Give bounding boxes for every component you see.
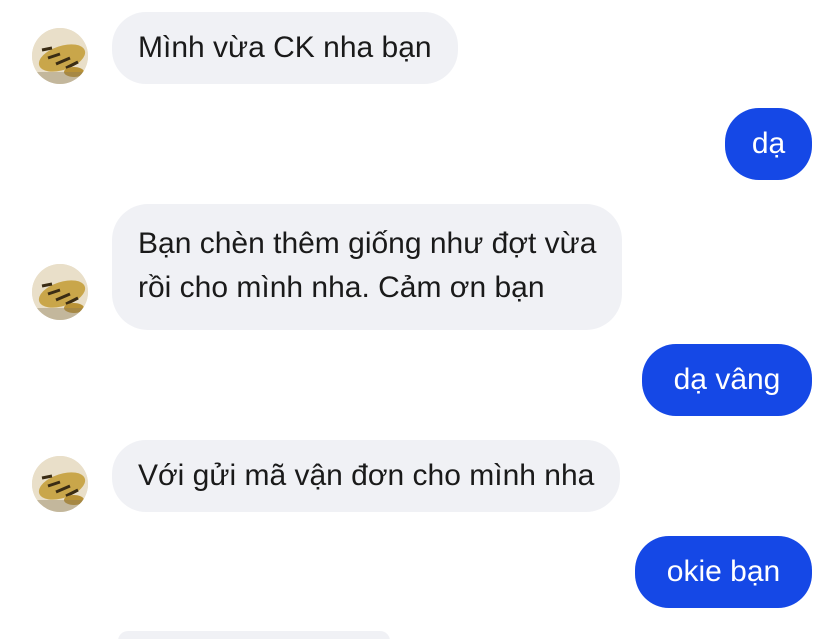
- message-text: Mình vừa CK nha bạn: [138, 31, 432, 64]
- incoming-message-partial[interactable]: [118, 631, 390, 639]
- contact-avatar[interactable]: [32, 28, 88, 84]
- outgoing-message[interactable]: okie bạn: [635, 536, 812, 608]
- fish-photo-avatar-icon: [32, 264, 88, 320]
- contact-avatar[interactable]: [32, 264, 88, 320]
- fish-photo-avatar-icon: [32, 28, 88, 84]
- fish-photo-avatar-icon: [32, 456, 88, 512]
- outgoing-message[interactable]: dạ: [725, 108, 812, 180]
- message-text: dạ: [751, 127, 786, 160]
- outgoing-message[interactable]: dạ vâng: [642, 344, 812, 416]
- message-text-line: Bạn chèn thêm giống như đợt vừa: [138, 227, 597, 260]
- message-text-line: rồi cho mình nha. Cảm ơn bạn: [138, 271, 545, 304]
- incoming-message[interactable]: Với gửi mã vận đơn cho mình nha: [112, 440, 621, 512]
- incoming-message[interactable]: Bạn chèn thêm giống như đợt vừa rồi cho …: [112, 204, 623, 330]
- incoming-message[interactable]: Mình vừa CK nha bạn: [112, 12, 458, 84]
- message-text: Với gửi mã vận đơn cho mình nha: [138, 459, 595, 492]
- message-text: dạ vâng: [673, 363, 781, 396]
- chat-thread[interactable]: Mình vừa CK nha bạn dạ Bạn chèn thêm giố…: [0, 0, 828, 639]
- message-text: okie bạn: [666, 555, 781, 588]
- contact-avatar[interactable]: [32, 456, 88, 512]
